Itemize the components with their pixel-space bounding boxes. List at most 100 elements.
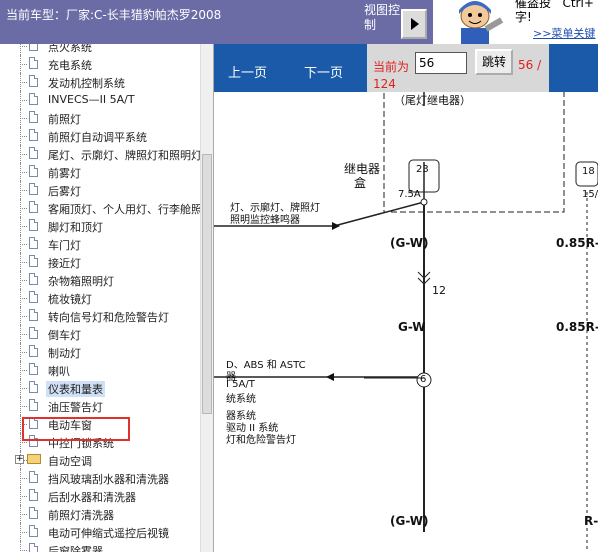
view-control-label[interactable]: 视图控制 — [364, 3, 400, 33]
tree-item[interactable]: 杂物箱照明灯 — [0, 271, 200, 289]
scrollbar-thumb[interactable] — [202, 154, 212, 414]
tree-guide-line — [20, 442, 27, 443]
tree-item[interactable]: 后雾灯 — [0, 181, 200, 199]
tree-item[interactable]: 油压警告灯 — [0, 397, 200, 415]
document-icon — [29, 111, 38, 123]
play-button[interactable] — [401, 9, 427, 39]
tree-item-label: 挡风玻璃刮水器和清洗器 — [48, 473, 169, 486]
document-icon — [29, 57, 38, 69]
play-icon — [411, 18, 419, 30]
tree-item[interactable]: 前照灯自动调平系统 — [0, 127, 200, 145]
tree-guide-line — [20, 280, 27, 281]
document-icon — [29, 489, 38, 501]
tree-item[interactable]: 后窗除雾器 — [0, 541, 200, 552]
circuit-note-2: 照明监控蜂鸣器 — [230, 215, 300, 226]
tree-item-label: 前照灯清洗器 — [48, 509, 114, 522]
tree-guide-line — [20, 100, 27, 101]
tree-item[interactable]: 转向信号灯和危险警告灯 — [0, 307, 200, 325]
document-icon — [29, 255, 38, 267]
tree-guide-line — [20, 118, 27, 119]
fuse-amperage: 7.5A — [398, 189, 421, 200]
tree-guide-line — [20, 352, 27, 353]
tree-item[interactable]: 倒车灯 — [0, 325, 200, 343]
tree-guide-line — [20, 478, 27, 479]
tree-guide-line — [20, 496, 27, 497]
tree-item-label: 仪表和量表 — [46, 381, 105, 397]
tree-item[interactable]: + 自动空调 — [0, 451, 200, 469]
tree-item[interactable]: 发动机控制系统 — [0, 73, 200, 91]
next-page-button[interactable]: 下一页 — [304, 62, 343, 81]
document-icon — [29, 183, 38, 195]
document-icon — [29, 345, 38, 357]
tree-item[interactable]: 前雾灯 — [0, 163, 200, 181]
page-number-input[interactable]: 56 — [415, 52, 467, 74]
tree-item[interactable]: INVECS—II 5A/T — [0, 91, 200, 109]
document-icon — [29, 237, 38, 249]
tree-item-label: 接近灯 — [48, 257, 81, 270]
previous-page-button[interactable]: 上一页 — [228, 62, 267, 81]
fuse-23-label: 23 — [416, 164, 429, 175]
wiring-diagram: （尾灯继电器） 继电器 盒 23 7.5A 18 15/ 灯、示廓灯、牌照灯 照… — [214, 92, 598, 552]
document-icon — [29, 525, 38, 537]
document-icon — [29, 543, 38, 552]
banner-text: 催盗投 Ctrl+ 字! — [515, 0, 594, 24]
tree-item[interactable]: 接近灯 — [0, 253, 200, 271]
wire-label-gw-3: (G-W) — [390, 514, 429, 528]
tree-guide-line — [20, 226, 27, 227]
tree-guide-line — [20, 172, 27, 173]
tree-item[interactable]: 喇叭 — [0, 361, 200, 379]
current-page-label: 当前为 — [373, 60, 410, 74]
tree-item-label: 点火系统 — [48, 44, 92, 54]
tree-item[interactable]: 充电系统 — [0, 55, 200, 73]
tree-item[interactable]: 客厢顶灯、个人用灯、行李舱照明灯 — [0, 199, 213, 217]
tree-item-label: 后雾灯 — [48, 185, 81, 198]
tree-item-label: 油压警告灯 — [48, 401, 103, 414]
document-icon — [29, 201, 38, 213]
tree-item-label: 前照灯 — [48, 113, 81, 126]
category-tree: 点火系统 充电系统 发动机控制系统 INVECS—II 5A/T 前照灯 前照灯自动调平系… — [0, 44, 214, 552]
tree-item-label: 制动灯 — [48, 347, 81, 360]
expand-icon[interactable]: + — [15, 455, 24, 464]
wire-label-085r: 0.85R- — [556, 236, 598, 250]
tree-item[interactable]: 仪表和量表 — [0, 379, 200, 397]
tree-item[interactable]: 电动可伸缩式遥控后视镜 — [0, 523, 200, 541]
tree-item-label: 杂物箱照明灯 — [48, 275, 114, 288]
tree-item[interactable]: 挡风玻璃刮水器和清洗器 — [0, 469, 200, 487]
abs-note-1: D、ABS 和 ASTC — [226, 360, 306, 371]
current-car-model-label: 当前车型：厂家:C-长丰猎豹帕杰罗2008 — [6, 8, 222, 22]
document-icon — [29, 44, 38, 51]
highlight-box — [22, 417, 130, 441]
tree-item[interactable]: 后刮水器和清洗器 — [0, 487, 200, 505]
tree-item[interactable]: 前照灯 — [0, 109, 200, 127]
jump-button[interactable]: 跳转 — [475, 49, 513, 75]
tree-guide-line — [20, 64, 27, 65]
help-banner: 催盗投 Ctrl+ 字! >>菜单关键 — [433, 0, 598, 44]
tree-guide-line — [20, 154, 27, 155]
tree-item[interactable]: 点火系统 — [0, 44, 200, 55]
connector-12-label: 12 — [432, 284, 446, 297]
tree-scrollbar[interactable] — [200, 44, 213, 552]
document-icon — [29, 507, 38, 519]
document-icon — [29, 363, 38, 375]
fuse-15-label: 15/ — [582, 189, 598, 200]
page-total-count: 124 — [373, 77, 396, 91]
tree-item-label: 后刮水器和清洗器 — [48, 491, 136, 504]
tree-item-label: 前雾灯 — [48, 167, 81, 180]
document-icon — [29, 147, 38, 159]
tree-guide-line — [20, 208, 27, 209]
document-icon — [29, 399, 38, 411]
tree-item-label: 脚灯和顶灯 — [48, 221, 103, 234]
wire-label-gw: (G-W) — [390, 236, 429, 250]
tree-guide-line — [20, 388, 27, 389]
tree-item[interactable]: 前照灯清洗器 — [0, 505, 200, 523]
tree-item[interactable]: 梳妆镜灯 — [0, 289, 200, 307]
tree-item-label: 尾灯、示廓灯、牌照灯和照明灯 — [48, 149, 202, 162]
tree-item[interactable]: 制动灯 — [0, 343, 200, 361]
menu-keyword-link[interactable]: >>菜单关键 — [533, 25, 595, 41]
document-icon — [29, 291, 38, 303]
tree-guide-line — [20, 262, 27, 263]
tree-item[interactable]: 脚灯和顶灯 — [0, 217, 200, 235]
tree-item[interactable]: 尾灯、示廓灯、牌照灯和照明灯 — [0, 145, 202, 163]
tree-item[interactable]: 车门灯 — [0, 235, 200, 253]
page-jump-panel: 当前为 56 跳转 56 / 124 — [367, 44, 549, 92]
